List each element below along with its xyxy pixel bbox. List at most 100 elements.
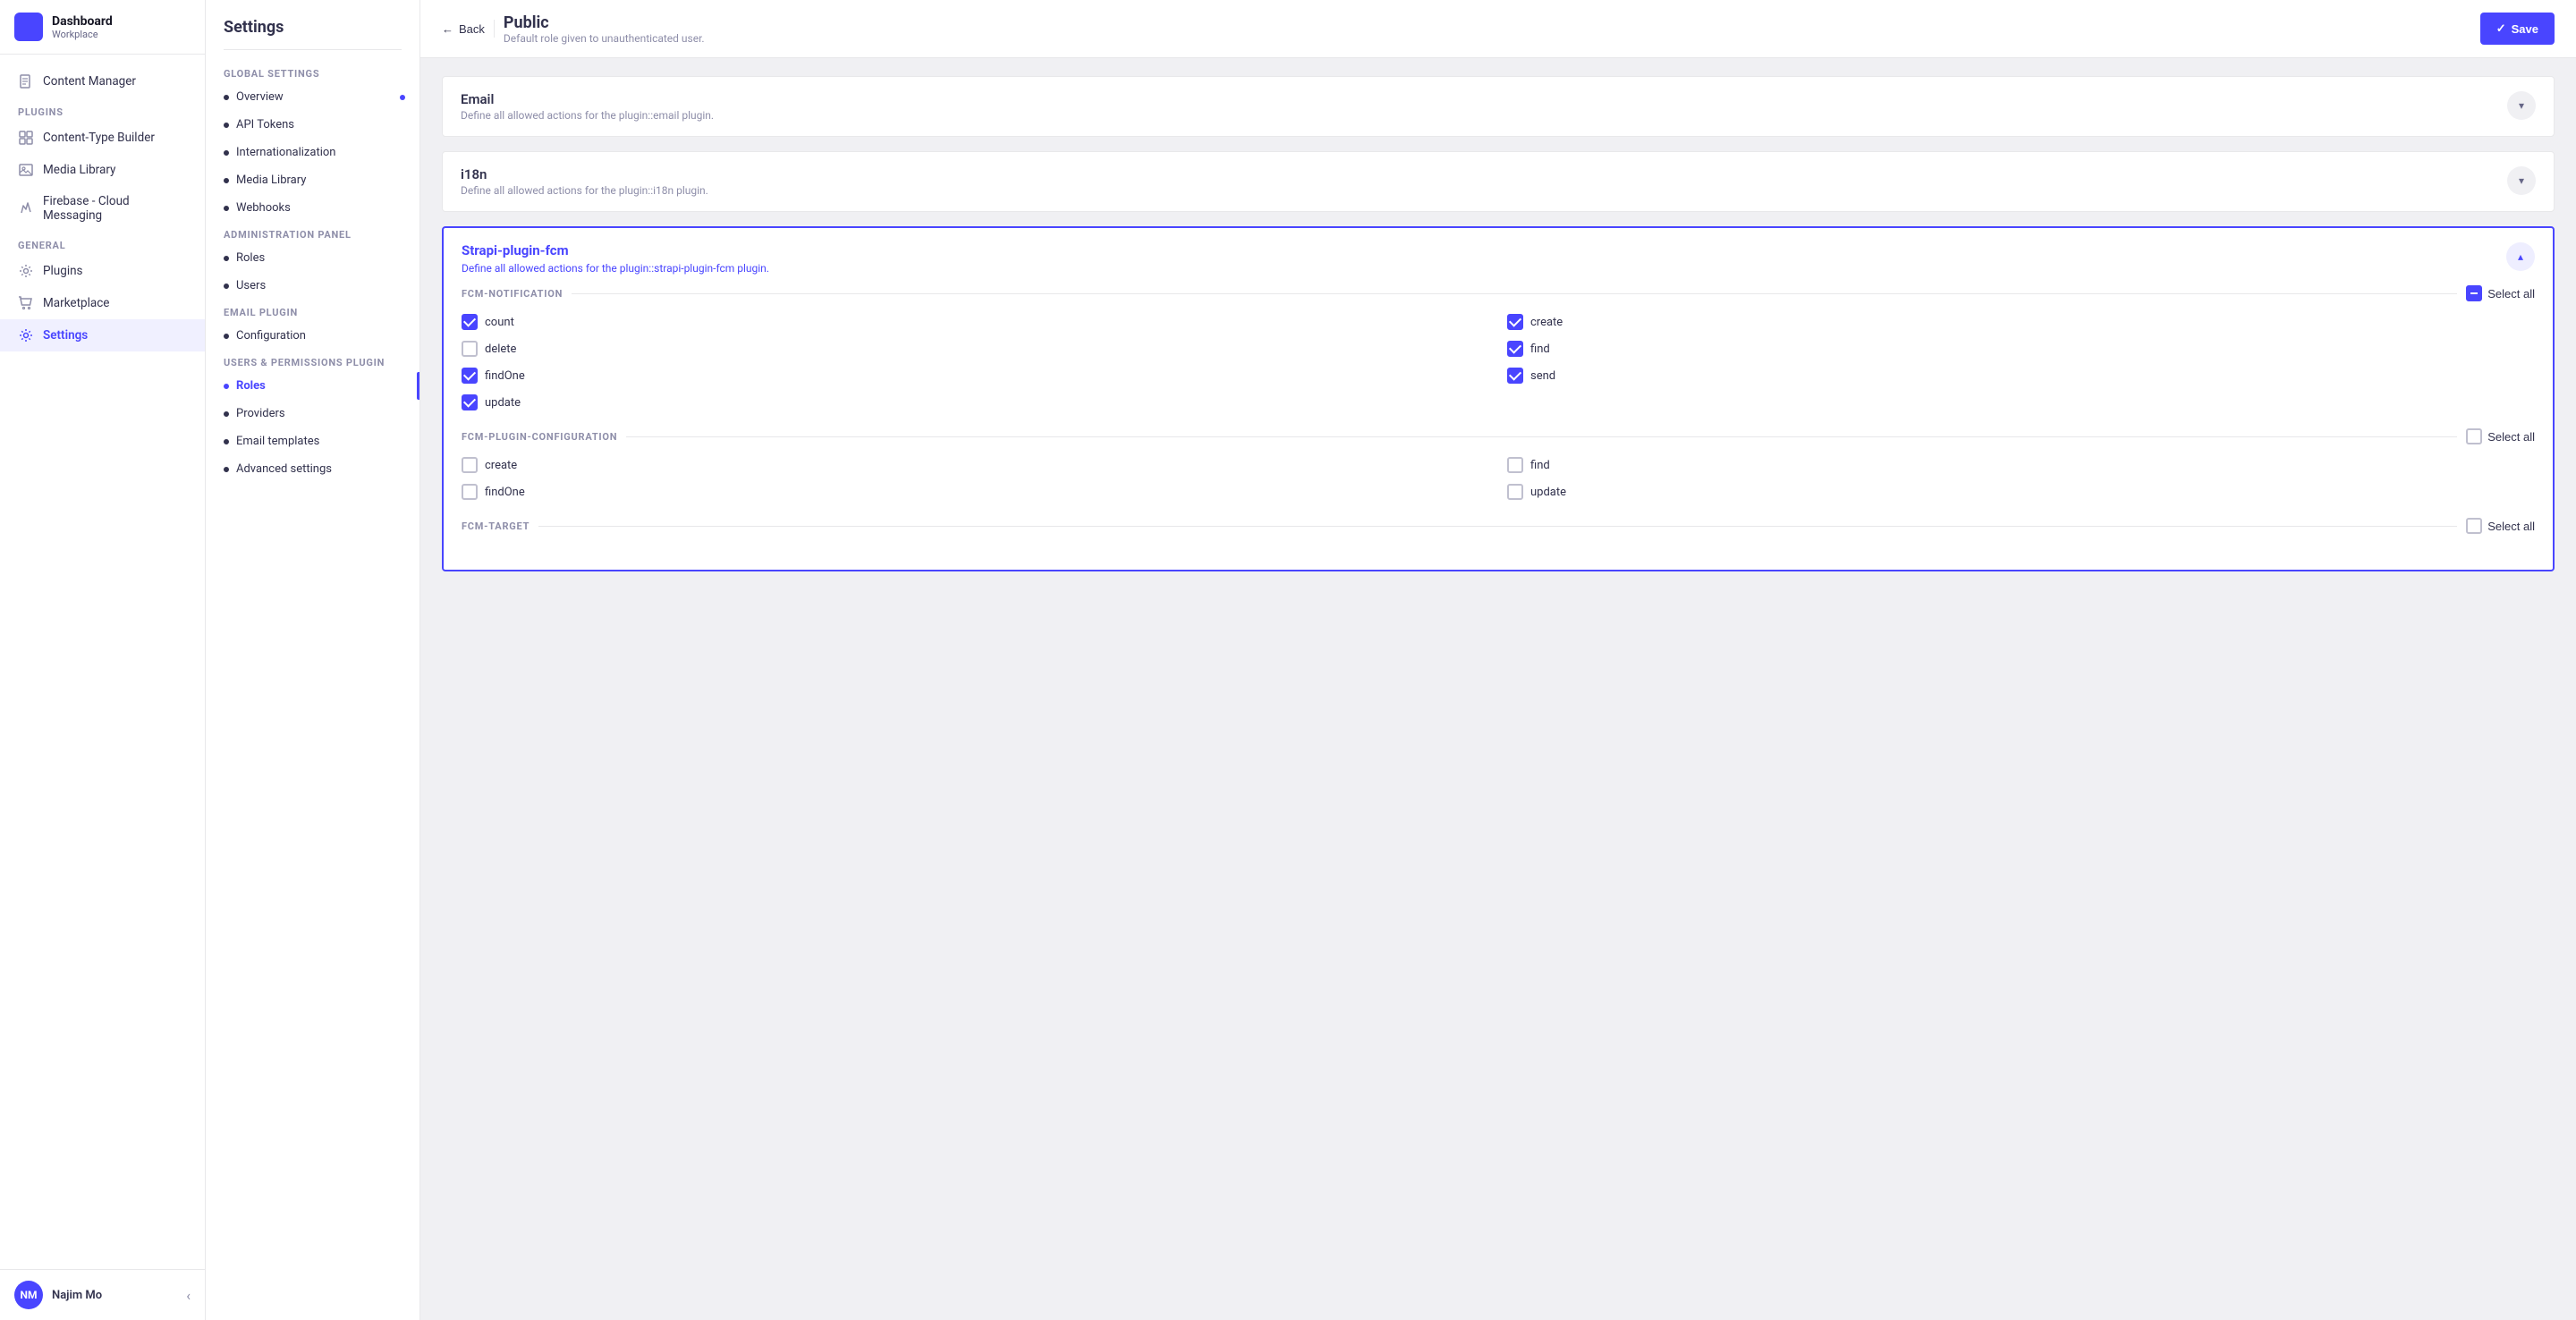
- checkbox-config-find[interactable]: [1507, 457, 1523, 473]
- perm-config-item-find[interactable]: find: [1507, 457, 2535, 473]
- sidebar-label-plugins: Plugins: [43, 264, 83, 278]
- settings-item-api-tokens[interactable]: API Tokens: [206, 111, 419, 139]
- bullet-icon: [224, 467, 229, 472]
- app-subtitle: Workplace: [52, 29, 113, 40]
- chevron-down-icon: ▾: [2519, 174, 2524, 187]
- perm-item-create[interactable]: create: [1507, 314, 2535, 330]
- perm-config-label-find: find: [1530, 459, 1550, 472]
- checkbox-find[interactable]: [1507, 341, 1523, 357]
- settings-item-email-templates[interactable]: Email templates: [206, 427, 419, 455]
- file-icon: [18, 73, 34, 89]
- puzzle-icon: [18, 130, 34, 146]
- perm-label-create: create: [1530, 316, 1563, 329]
- checkbox-delete[interactable]: [462, 341, 478, 357]
- sidebar-item-firebase[interactable]: Firebase - Cloud Messaging: [0, 186, 205, 231]
- perm-label-send: send: [1530, 369, 1555, 383]
- settings-item-roles-active[interactable]: Roles: [206, 372, 419, 400]
- bullet-icon: [224, 334, 229, 339]
- settings-item-overview[interactable]: Overview: [206, 83, 419, 111]
- settings-section-email-plugin: EMAIL PLUGIN: [206, 300, 419, 322]
- firebase-icon: [18, 200, 34, 216]
- settings-item-providers[interactable]: Providers: [206, 400, 419, 427]
- sidebar-item-settings[interactable]: Settings: [0, 319, 205, 351]
- settings-item-advanced-settings[interactable]: Advanced settings: [206, 455, 419, 483]
- perm-item-update[interactable]: update: [462, 394, 1489, 410]
- avatar: NM: [14, 1281, 43, 1309]
- page-title: Public: [504, 13, 705, 32]
- fcm-plugin-title: Strapi-plugin-fcm: [462, 242, 769, 258]
- fcm-notification-select-all[interactable]: Select all: [2466, 285, 2535, 301]
- perm-config-label-findone: findOne: [485, 486, 525, 499]
- main-header: ← Back Public Default role given to unau…: [420, 0, 2576, 58]
- chevron-up-icon: ▴: [2518, 250, 2523, 263]
- perm-item-delete[interactable]: delete: [462, 341, 1489, 357]
- fcm-plugin-config-section: FCM-PLUGIN-CONFIGURATION Select all crea…: [462, 428, 2535, 500]
- sidebar-footer: NM Najim Mo ‹: [0, 1269, 205, 1320]
- i18n-plugin-card: i18n Define all allowed actions for the …: [442, 151, 2555, 212]
- i18n-plugin-card-header: i18n Define all allowed actions for the …: [443, 152, 2554, 211]
- sidebar-item-marketplace[interactable]: Marketplace: [0, 287, 205, 319]
- bullet-icon: [224, 256, 229, 261]
- fcm-plugin-config-section-header: FCM-PLUGIN-CONFIGURATION Select all: [462, 428, 2535, 444]
- perm-config-label-create: create: [485, 459, 517, 472]
- select-all-checkbox-unchecked[interactable]: [2466, 428, 2482, 444]
- gear-icon: [18, 263, 34, 279]
- collapse-sidebar-button[interactable]: ‹: [186, 1287, 191, 1304]
- checkbox-config-findone[interactable]: [462, 484, 478, 500]
- perm-config-item-findone[interactable]: findOne: [462, 484, 1489, 500]
- settings-section-global: GLOBAL SETTINGS: [206, 61, 419, 83]
- fcm-expand-button[interactable]: ▴: [2506, 242, 2535, 271]
- select-all-checkbox-unchecked2[interactable]: [2466, 518, 2482, 534]
- checkbox-send[interactable]: [1507, 368, 1523, 384]
- sidebar-item-plugins[interactable]: Plugins: [0, 255, 205, 287]
- header-divider: [494, 20, 495, 38]
- sidebar-label-firebase: Firebase - Cloud Messaging: [43, 194, 187, 223]
- settings-item-roles-admin[interactable]: Roles: [206, 244, 419, 272]
- save-button[interactable]: ✓ Save: [2480, 13, 2555, 45]
- email-plugin-card-header: Email Define all allowed actions for the…: [443, 77, 2554, 136]
- checkbox-create[interactable]: [1507, 314, 1523, 330]
- perm-config-item-create[interactable]: create: [462, 457, 1489, 473]
- settings-item-configuration[interactable]: Configuration: [206, 322, 419, 350]
- settings-item-media-library[interactable]: Media Library: [206, 166, 419, 194]
- app-name: Dashboard: [52, 14, 113, 29]
- fcm-plugin-config-select-all[interactable]: Select all: [2466, 428, 2535, 444]
- settings-section-admin: ADMINISTRATION PANEL: [206, 222, 419, 244]
- app-logo: [14, 13, 43, 41]
- settings-item-users[interactable]: Users: [206, 272, 419, 300]
- bullet-icon: [224, 150, 229, 156]
- perm-config-item-update[interactable]: update: [1507, 484, 2535, 500]
- i18n-plugin-desc: Define all allowed actions for the plugi…: [461, 184, 708, 197]
- checkbox-config-update[interactable]: [1507, 484, 1523, 500]
- sidebar: Dashboard Workplace Content Manager PLUG…: [0, 0, 206, 1320]
- select-all-checkbox-indeterminate[interactable]: [2466, 285, 2482, 301]
- bullet-icon: [224, 384, 229, 389]
- fcm-target-select-all[interactable]: Select all: [2466, 518, 2535, 534]
- back-button[interactable]: ← Back: [442, 22, 485, 36]
- perm-item-find[interactable]: find: [1507, 341, 2535, 357]
- fcm-notification-permissions: count create delete find: [462, 314, 2535, 410]
- fcm-target-section: FCM-TARGET Select all: [462, 518, 2535, 534]
- perm-item-send[interactable]: send: [1507, 368, 2535, 384]
- sidebar-item-media-library[interactable]: Media Library: [0, 154, 205, 186]
- sidebar-item-content-type-builder[interactable]: Content-Type Builder: [0, 122, 205, 154]
- i18n-expand-button[interactable]: ▾: [2507, 166, 2536, 195]
- perm-item-count[interactable]: count: [462, 314, 1489, 330]
- checkbox-config-create[interactable]: [462, 457, 478, 473]
- email-plugin-desc: Define all allowed actions for the plugi…: [461, 109, 714, 122]
- perm-item-findone[interactable]: findOne: [462, 368, 1489, 384]
- bullet-icon: [224, 178, 229, 183]
- image-icon: [18, 162, 34, 178]
- settings-panel-title: Settings: [206, 18, 419, 49]
- checkbox-update[interactable]: [462, 394, 478, 410]
- email-expand-button[interactable]: ▾: [2507, 91, 2536, 120]
- fcm-notification-section: FCM-NOTIFICATION Select all count: [462, 285, 2535, 410]
- settings-item-internationalization[interactable]: Internationalization: [206, 139, 419, 166]
- settings-panel: Settings GLOBAL SETTINGS Overview API To…: [206, 0, 420, 1320]
- header-title-block: Public Default role given to unauthentic…: [504, 13, 705, 45]
- settings-item-webhooks[interactable]: Webhooks: [206, 194, 419, 222]
- checkbox-count[interactable]: [462, 314, 478, 330]
- bullet-icon: [224, 206, 229, 211]
- sidebar-item-content-manager[interactable]: Content Manager: [0, 65, 205, 97]
- checkbox-findone[interactable]: [462, 368, 478, 384]
